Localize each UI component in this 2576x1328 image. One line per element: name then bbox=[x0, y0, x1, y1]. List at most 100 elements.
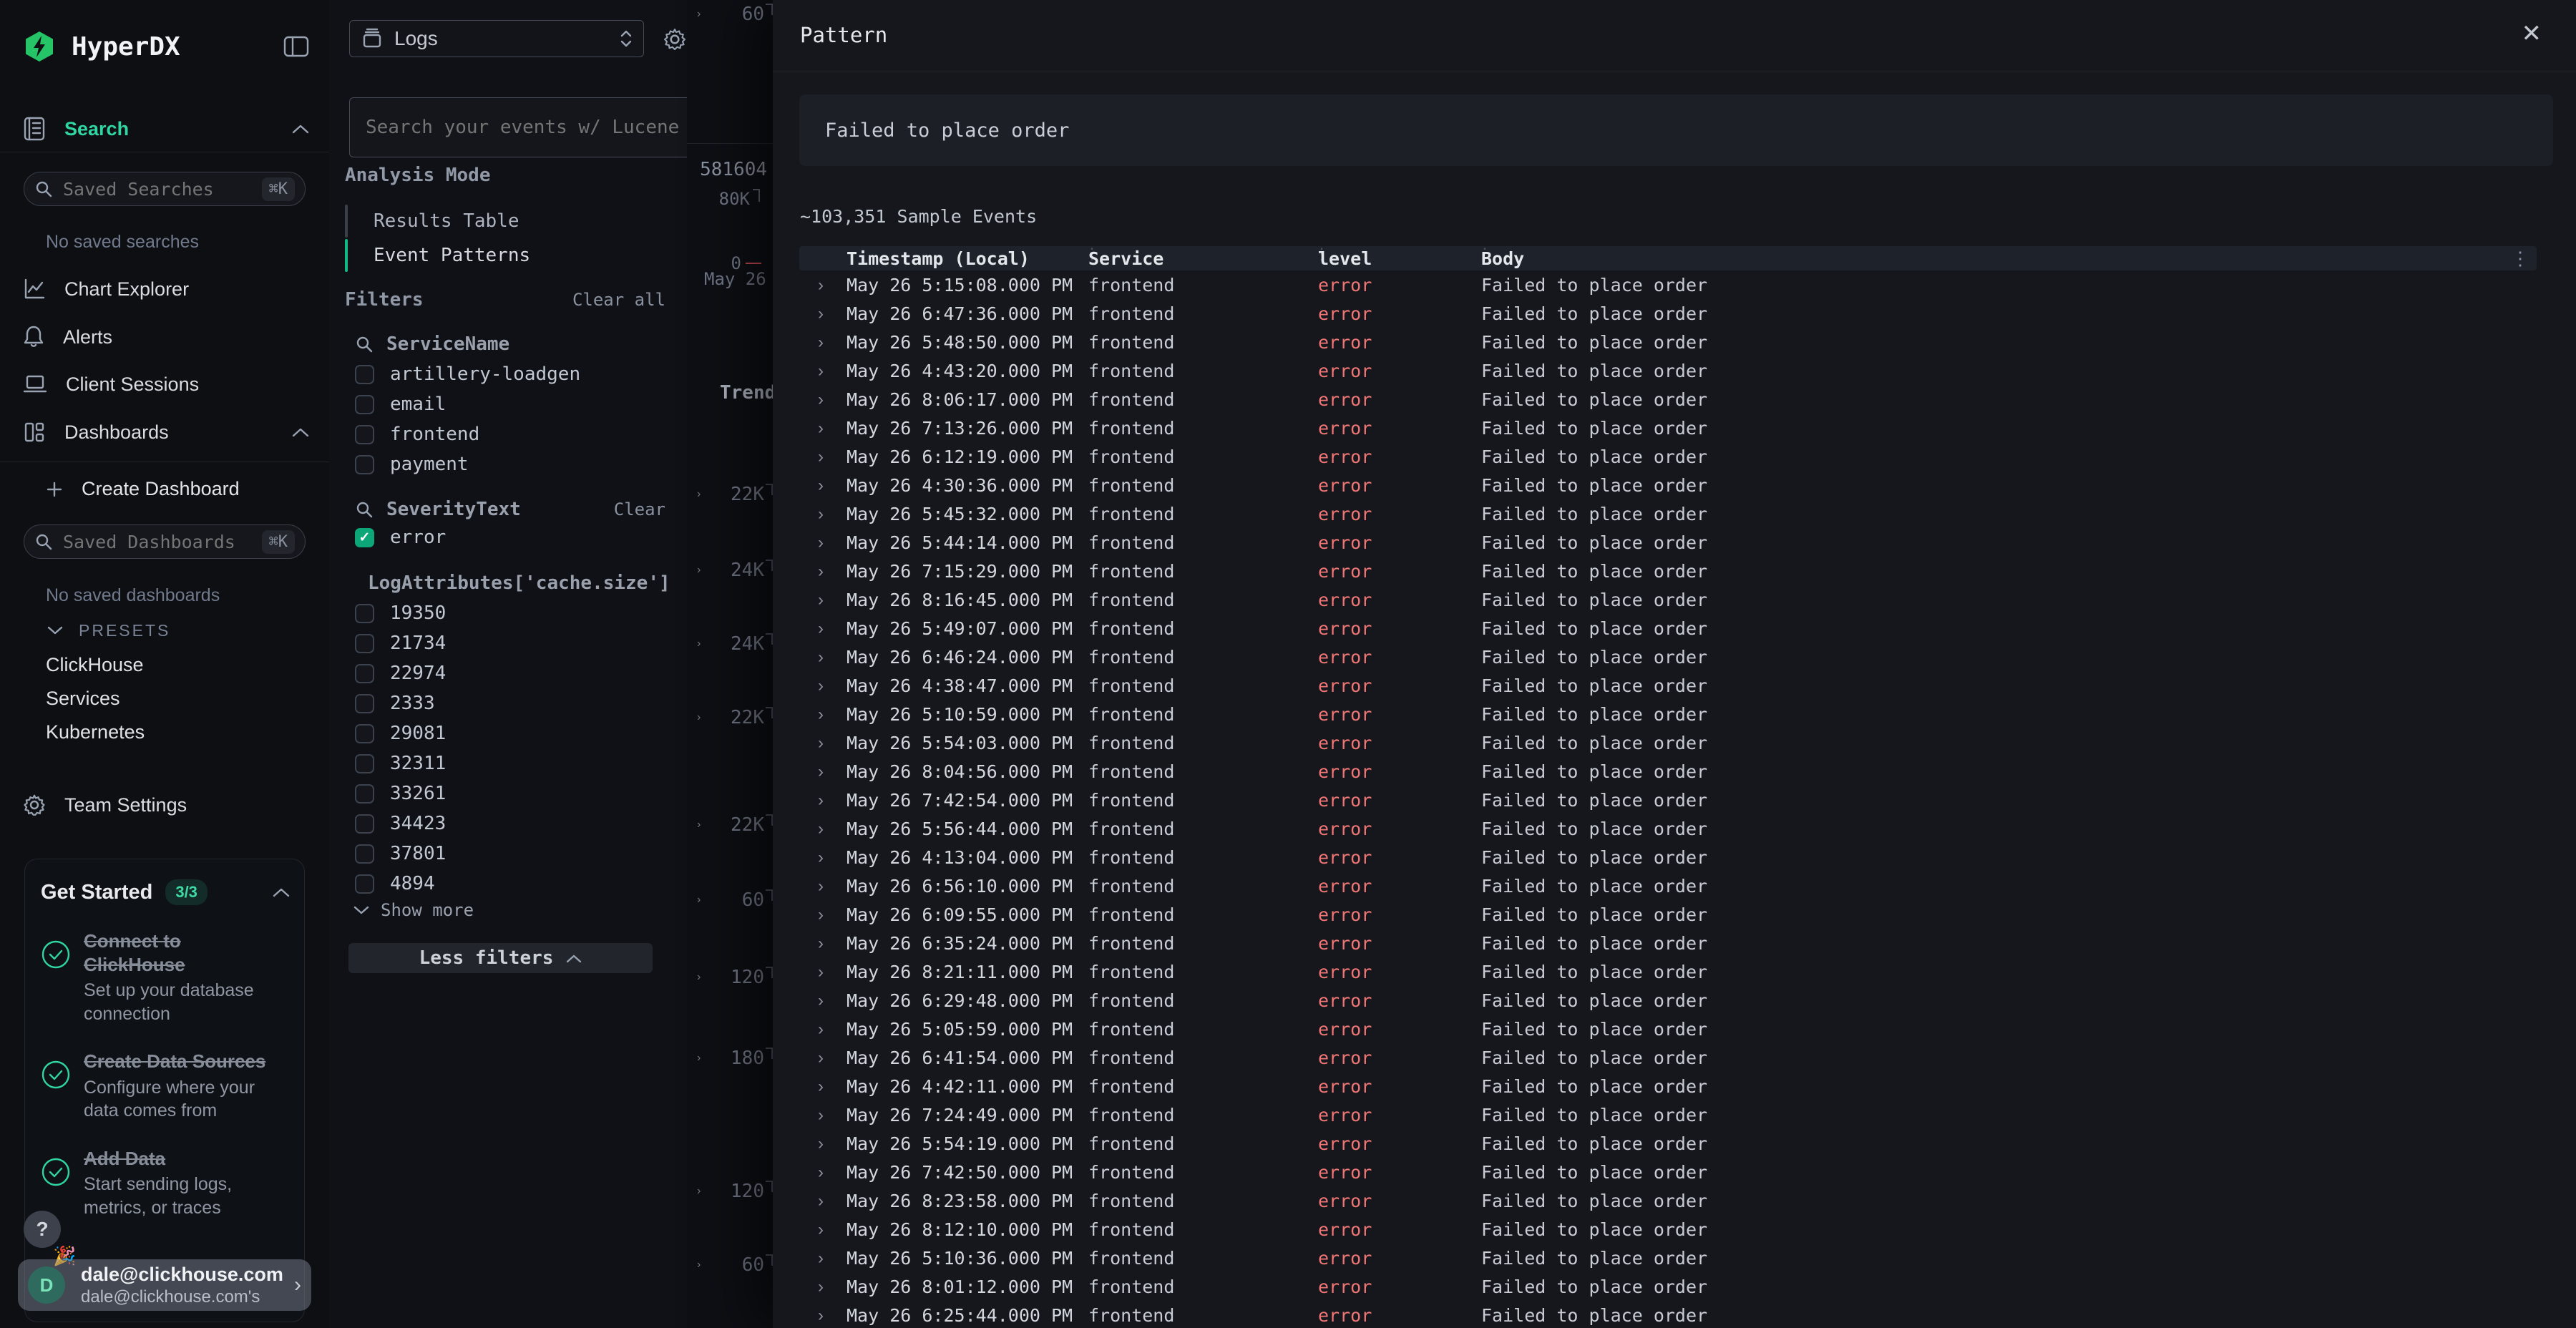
chevron-right-icon[interactable]: › bbox=[818, 648, 824, 668]
chevron-right-icon[interactable]: › bbox=[697, 819, 701, 831]
table-row[interactable]: › May 26 5:54:19.000 PM frontend error F… bbox=[799, 1130, 2537, 1158]
pattern-row-partial[interactable]: › 180 bbox=[687, 1044, 773, 1073]
analysis-mode-option[interactable]: Results Table bbox=[345, 205, 673, 238]
checkbox[interactable]: ✓ bbox=[355, 754, 374, 773]
chevron-right-icon[interactable]: › bbox=[818, 676, 824, 696]
sidebar-item-alerts[interactable]: Alerts bbox=[23, 318, 309, 356]
chevron-up-icon[interactable] bbox=[273, 887, 290, 897]
table-row[interactable]: › May 26 5:15:08.000 PM frontend error F… bbox=[799, 271, 2537, 300]
chevron-right-icon[interactable]: › bbox=[818, 962, 824, 982]
checkbox[interactable]: ✓ bbox=[355, 604, 374, 623]
chevron-right-icon[interactable]: › bbox=[818, 361, 824, 381]
chevron-right-icon[interactable]: › bbox=[697, 711, 701, 724]
table-row[interactable]: › May 26 6:09:55.000 PM frontend error F… bbox=[799, 901, 2537, 929]
checkbox[interactable]: ✓ bbox=[355, 365, 374, 384]
filter-option[interactable]: ✓ frontend bbox=[355, 419, 665, 449]
chevron-right-icon[interactable]: › bbox=[818, 333, 824, 353]
pattern-row-partial[interactable]: › 24K bbox=[687, 556, 773, 585]
filter-option[interactable]: ✓ 4894 bbox=[355, 869, 665, 899]
checkbox[interactable]: ✓ bbox=[355, 664, 374, 683]
pattern-row-partial[interactable]: › 60 bbox=[687, 0, 773, 29]
checkbox[interactable]: ✓ bbox=[355, 694, 374, 713]
chevron-right-icon[interactable]: › bbox=[697, 1185, 701, 1198]
table-row[interactable]: › May 26 6:56:10.000 PM frontend error F… bbox=[799, 872, 2537, 901]
column-resize-handle[interactable]: ⋮ bbox=[1084, 250, 1087, 267]
chevron-right-icon[interactable]: › bbox=[818, 1077, 824, 1097]
table-row[interactable]: › May 26 6:47:36.000 PM frontend error F… bbox=[799, 300, 2537, 328]
pattern-row-partial[interactable]: › 22K bbox=[687, 480, 773, 509]
filter-option[interactable]: ✓ 34423 bbox=[355, 809, 665, 839]
table-row[interactable]: › May 26 5:05:59.000 PM frontend error F… bbox=[799, 1015, 2537, 1044]
table-row[interactable]: › May 26 6:35:24.000 PM frontend error F… bbox=[799, 929, 2537, 958]
sidebar-item-chart-explorer[interactable]: Chart Explorer bbox=[23, 270, 309, 308]
chevron-right-icon[interactable]: › bbox=[818, 819, 824, 839]
close-icon[interactable]: ✕ bbox=[2522, 21, 2542, 46]
chevron-right-icon[interactable]: › bbox=[818, 762, 824, 782]
preset-dashboard-link[interactable]: ClickHouse bbox=[46, 654, 144, 676]
filter-option[interactable]: ✓ email bbox=[355, 389, 665, 419]
chevron-right-icon[interactable]: › bbox=[818, 419, 824, 439]
filter-option[interactable]: ✓ artillery-loadgen bbox=[355, 359, 665, 389]
source-settings-gear-icon[interactable] bbox=[663, 27, 687, 52]
chevron-right-icon[interactable]: › bbox=[818, 1105, 824, 1126]
table-row[interactable]: › May 26 4:38:47.000 PM frontend error F… bbox=[799, 672, 2537, 700]
help-button[interactable]: ? bbox=[24, 1211, 61, 1248]
table-options-kebab-icon[interactable]: ⋮ bbox=[2511, 248, 2529, 270]
filter-option[interactable]: ✓ 2333 bbox=[355, 688, 665, 718]
table-row[interactable]: › May 26 5:48:50.000 PM frontend error F… bbox=[799, 328, 2537, 357]
chevron-right-icon[interactable]: › bbox=[697, 638, 701, 650]
magnifier-icon[interactable] bbox=[355, 335, 374, 353]
chevron-right-icon[interactable]: › bbox=[818, 905, 824, 925]
preset-dashboard-link[interactable]: Kubernetes bbox=[46, 721, 145, 743]
sidebar-item-search[interactable]: Search bbox=[23, 109, 309, 148]
table-row[interactable]: › May 26 7:15:29.000 PM frontend error F… bbox=[799, 557, 2537, 586]
sidebar-item-team-settings[interactable]: Team Settings bbox=[23, 786, 309, 824]
checkbox[interactable]: ✓ bbox=[355, 395, 374, 414]
table-row[interactable]: › May 26 8:12:10.000 PM frontend error F… bbox=[799, 1216, 2537, 1244]
filter-option[interactable]: ✓ 22974 bbox=[355, 658, 665, 688]
get-started-item[interactable]: Add Data Start sending logs, metrics, or… bbox=[41, 1147, 290, 1220]
checkbox[interactable]: ✓ bbox=[355, 455, 374, 474]
sidebar-item-client-sessions[interactable]: Client Sessions bbox=[23, 365, 309, 404]
pattern-row-partial[interactable]: › 24K bbox=[687, 630, 773, 658]
chevron-right-icon[interactable]: › bbox=[818, 705, 824, 725]
chevron-right-icon[interactable]: › bbox=[818, 733, 824, 753]
pattern-row-partial[interactable]: › 22K bbox=[687, 811, 773, 839]
table-row[interactable]: › May 26 5:10:36.000 PM frontend error F… bbox=[799, 1244, 2537, 1273]
chevron-right-icon[interactable]: › bbox=[818, 390, 824, 410]
table-row[interactable]: › May 26 6:25:44.000 PM frontend error F… bbox=[799, 1302, 2537, 1328]
checkbox[interactable]: ✓ bbox=[355, 528, 374, 547]
col-service[interactable]: Service bbox=[1088, 246, 1163, 270]
magnifier-icon[interactable] bbox=[355, 500, 374, 519]
user-menu[interactable]: D dale@clickhouse.com dale@clickhouse.co… bbox=[18, 1259, 311, 1311]
table-row[interactable]: › May 26 4:13:04.000 PM frontend error F… bbox=[799, 844, 2537, 872]
saved-searches-input[interactable]: ⌘K bbox=[24, 172, 306, 206]
checkbox[interactable]: ✓ bbox=[355, 814, 374, 834]
column-resize-handle[interactable]: ⋮ bbox=[1477, 250, 1480, 267]
saved-dashboards-field[interactable] bbox=[62, 531, 262, 553]
chevron-right-icon[interactable]: › bbox=[818, 934, 824, 954]
checkbox[interactable]: ✓ bbox=[355, 425, 374, 444]
source-select[interactable]: Logs bbox=[349, 20, 644, 57]
chevron-right-icon[interactable]: › bbox=[818, 1249, 824, 1269]
get-started-item[interactable]: Connect to ClickHouse Set up your databa… bbox=[41, 929, 290, 1025]
table-row[interactable]: › May 26 8:16:45.000 PM frontend error F… bbox=[799, 586, 2537, 615]
table-row[interactable]: › May 26 4:43:20.000 PM frontend error F… bbox=[799, 357, 2537, 386]
get-started-item[interactable]: Create Data Sources Configure where your… bbox=[41, 1050, 290, 1123]
checkbox[interactable]: ✓ bbox=[355, 724, 374, 743]
table-row[interactable]: › May 26 5:56:44.000 PM frontend error F… bbox=[799, 815, 2537, 844]
chevron-right-icon[interactable]: › bbox=[818, 619, 824, 639]
chevron-right-icon[interactable]: › bbox=[697, 1259, 701, 1271]
chevron-right-icon[interactable]: › bbox=[697, 1052, 701, 1065]
chevron-right-icon[interactable]: › bbox=[818, 791, 824, 811]
table-row[interactable]: › May 26 7:42:54.000 PM frontend error F… bbox=[799, 786, 2537, 815]
filter-option[interactable]: ✓ error bbox=[355, 522, 665, 552]
table-row[interactable]: › May 26 6:46:24.000 PM frontend error F… bbox=[799, 643, 2537, 672]
clear-all-filters-link[interactable]: Clear all bbox=[572, 290, 665, 310]
chevron-right-icon[interactable]: › bbox=[818, 848, 824, 868]
table-row[interactable]: › May 26 5:49:07.000 PM frontend error F… bbox=[799, 615, 2537, 643]
show-more-link[interactable]: Show more bbox=[353, 900, 474, 920]
chevron-right-icon[interactable]: › bbox=[818, 590, 824, 610]
filter-option[interactable]: ✓ 29081 bbox=[355, 718, 665, 748]
chevron-right-icon[interactable]: › bbox=[697, 488, 701, 501]
